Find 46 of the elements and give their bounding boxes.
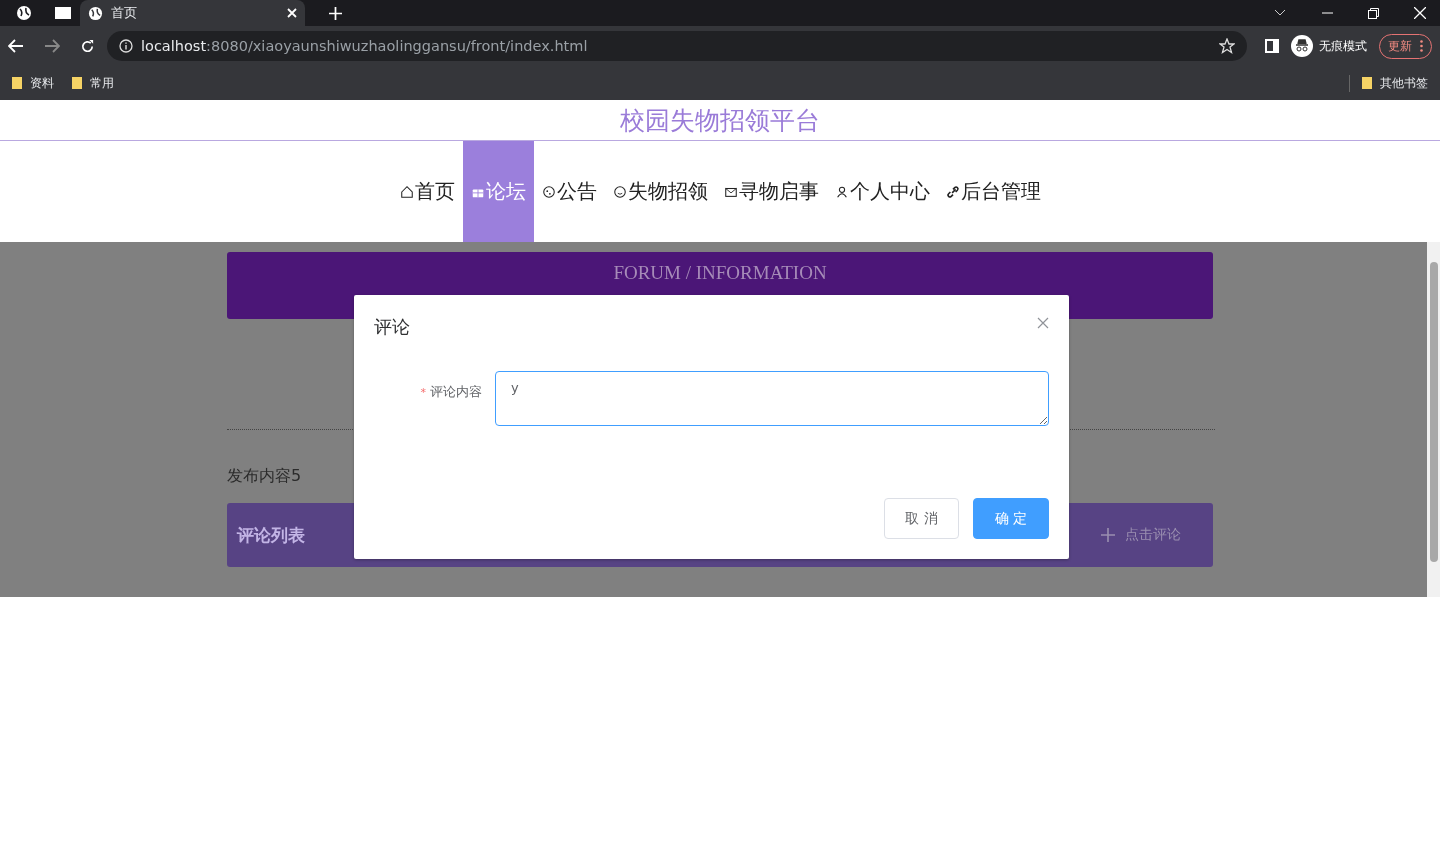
incognito-icon[interactable]: [1291, 35, 1313, 57]
nav-item[interactable]: 后台管理: [937, 141, 1049, 242]
back-icon[interactable]: [8, 39, 24, 53]
more-icon[interactable]: [1420, 40, 1423, 52]
nav-item[interactable]: 公告: [533, 141, 605, 242]
folder-icon: [12, 77, 22, 89]
plus-icon: [1101, 528, 1115, 542]
address-bar[interactable]: localhost:8080/xiaoyaunshiwuzhaolinggansu/front/index.html: [107, 31, 1247, 61]
link-icon: [945, 184, 960, 199]
nav-item[interactable]: 失物招领: [604, 141, 716, 242]
chevron-down-icon[interactable]: [1274, 9, 1286, 17]
cancel-button[interactable]: 取 消: [884, 498, 959, 539]
comments-label: 评论列表: [237, 523, 305, 547]
reload-icon[interactable]: [80, 38, 95, 54]
smiley-icon: [612, 184, 627, 199]
site-title: 校园失物招领平台: [620, 104, 820, 137]
comment-field[interactable]: y: [495, 371, 1049, 426]
info-icon: [119, 39, 133, 53]
required-mark: *: [420, 386, 426, 399]
star-icon[interactable]: [1219, 38, 1235, 54]
bookmark[interactable]: 常用: [90, 74, 114, 92]
browser-tab[interactable]: 首页: [80, 0, 305, 26]
nav-item[interactable]: 首页: [391, 141, 463, 242]
banner-title: FORUM / INFORMATION: [613, 262, 827, 284]
globe-icon[interactable]: [16, 5, 32, 21]
nav-item[interactable]: 个人中心: [826, 141, 938, 242]
globe-icon: [88, 5, 103, 21]
label-text: 评论内容: [430, 384, 482, 399]
restore-icon[interactable]: [1368, 7, 1379, 19]
folder-icon: [1362, 77, 1372, 89]
bookmark[interactable]: 资料: [30, 74, 54, 92]
nav-item[interactable]: 寻物启事: [715, 141, 827, 242]
url-text: localhost:8080/xiaoyaunshiwuzhaolinggansu/front/index.html: [141, 38, 588, 54]
user-icon: [834, 184, 849, 199]
side-panel-icon[interactable]: [1265, 39, 1279, 53]
forward-icon[interactable]: [44, 39, 60, 53]
dialog-title: 评论: [374, 315, 410, 339]
bookmark[interactable]: 其他书签: [1380, 74, 1428, 92]
new-tab-icon[interactable]: [329, 6, 342, 20]
post-title: 发布内容5: [227, 466, 303, 487]
window-icon[interactable]: [54, 6, 72, 20]
home-icon: [399, 184, 414, 199]
dial-icon: [541, 184, 556, 199]
incognito-label: 无痕模式: [1319, 37, 1367, 55]
tab-title: 首页: [111, 4, 138, 22]
folder-icon: [72, 77, 82, 89]
